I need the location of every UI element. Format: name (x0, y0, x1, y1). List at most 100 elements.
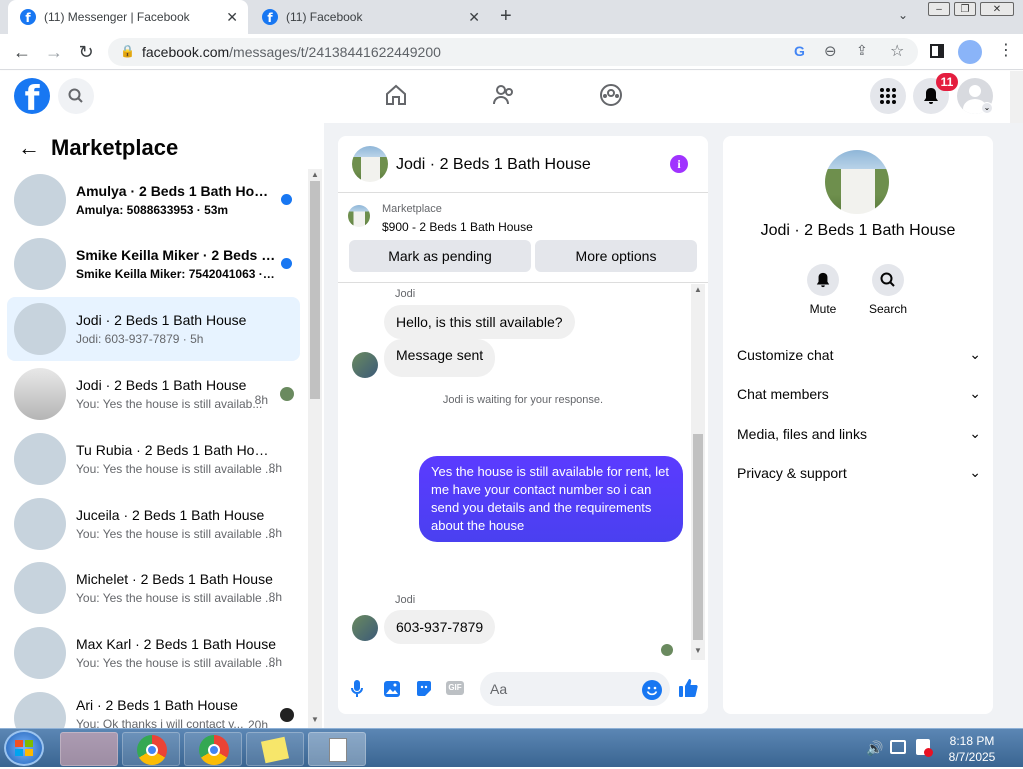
scroll-down-arrow-icon[interactable]: ▼ (311, 715, 319, 724)
bookmark-star-icon[interactable]: ☆ (890, 41, 904, 61)
listing-thumbnail (14, 692, 66, 728)
taskbar-clock[interactable]: 8:18 PM 8/7/2025 (940, 733, 1004, 765)
conversation-name: Jodi · 2 Beds 1 Bath House (76, 377, 247, 393)
profile-avatar-icon[interactable] (958, 40, 982, 64)
forward-arrow-icon[interactable]: → (42, 40, 66, 64)
menu-grid-icon[interactable] (870, 78, 906, 114)
address-bar-row: ← → ↻ 🔒 facebook.com/messages/t/24138441… (0, 34, 1023, 70)
sticker-icon[interactable] (415, 680, 433, 703)
reload-icon[interactable]: ↻ (74, 40, 98, 64)
conversation-preview: You: Yes the house is still available ..… (76, 656, 276, 670)
taskbar-chrome-icon[interactable] (122, 732, 180, 766)
restore-button[interactable]: ❐ (954, 2, 976, 16)
incoming-message[interactable]: Hello, is this still available? (384, 305, 575, 339)
scroll-up-arrow-icon[interactable]: ▲ (311, 170, 319, 179)
like-thumb-icon[interactable] (678, 678, 698, 703)
taskbar-sticky-notes-icon[interactable] (246, 732, 304, 766)
network-icon[interactable] (890, 740, 906, 754)
volume-icon[interactable]: 🔊 (866, 740, 883, 757)
conversation-item[interactable]: Smike Keilla Miker · 2 Beds 1 ... Smike K… (7, 232, 300, 296)
outgoing-message[interactable]: Yes the house is still available for ren… (419, 456, 683, 542)
close-window-button[interactable]: ✕ (980, 2, 1014, 16)
media-files-links-row[interactable]: Media, files and links ⌄ (737, 425, 981, 442)
side-panel-icon[interactable] (930, 44, 944, 58)
listing-avatar-large[interactable] (825, 150, 889, 214)
listing-avatar[interactable] (352, 146, 388, 182)
conversation-item[interactable]: Juceila · 2 Beds 1 Bath House You: Yes th… (7, 492, 300, 556)
back-arrow-icon[interactable]: ← (10, 40, 34, 64)
incoming-message[interactable]: Message sent (384, 339, 496, 377)
conversation-item[interactable]: Tu Rubia · 2 Beds 1 Bath House You: Yes t… (7, 427, 300, 491)
share-icon[interactable]: ⇪ (856, 42, 868, 59)
emoji-icon[interactable] (642, 680, 662, 700)
account-chevron-icon[interactable]: ⌄ (981, 102, 993, 114)
clock-date: 8/7/2025 (948, 750, 996, 764)
option-label: Chat members (737, 385, 829, 402)
seen-avatar (280, 387, 294, 401)
url-omnibox[interactable]: 🔒 facebook.com/messages/t/24138441622449… (108, 38, 918, 66)
taskbar-snipping-tool-icon[interactable] (60, 732, 118, 766)
conversation-preview: Smike Keilla Miker: 7542041063 · 4h (76, 267, 276, 281)
conversation-item[interactable]: Jodi · 2 Beds 1 Bath House You: Yes the h… (7, 362, 300, 426)
tab-facebook[interactable]: f (11) Facebook ✕ (250, 0, 490, 34)
customize-chat-row[interactable]: Customize chat ⌄ (737, 346, 981, 363)
conversation-preview: You: Yes the house is still availab... (76, 397, 263, 411)
info-icon[interactable]: i (670, 155, 688, 173)
minimize-button[interactable]: – (928, 2, 950, 16)
chat-panel: Jodi · 2 Beds 1 Bath House i Marketplace… (338, 136, 708, 714)
close-tab-icon[interactable]: ✕ (468, 9, 480, 26)
sender-name: Jodi (395, 594, 416, 606)
gif-icon[interactable]: GIF (446, 681, 464, 695)
details-title: Jodi · 2 Beds 1 Bath House (760, 222, 956, 239)
mute-bell-icon[interactable] (807, 264, 839, 296)
new-tab-button[interactable]: + (500, 5, 512, 28)
scrollbar-thumb[interactable] (310, 181, 320, 399)
taskbar-chrome-icon[interactable] (184, 732, 242, 766)
microphone-icon[interactable] (350, 679, 364, 704)
listing-thumbnail (14, 368, 66, 420)
search-icon[interactable] (872, 264, 904, 296)
mark-as-pending-button[interactable]: Mark as pending (349, 240, 531, 272)
action-center-icon[interactable] (916, 739, 933, 757)
conversation-time: 20h (247, 718, 268, 728)
friends-icon[interactable] (492, 83, 516, 112)
back-arrow-icon[interactable]: ← (18, 135, 40, 161)
system-message: Jodi is waiting for your response. (442, 394, 604, 406)
marketplace-label: Marketplace (382, 203, 442, 215)
close-tab-icon[interactable]: ✕ (226, 9, 238, 26)
conversation-item-selected[interactable]: Jodi · 2 Beds 1 Bath House Jodi: 603-937-… (7, 297, 300, 361)
home-icon[interactable] (384, 83, 408, 112)
contact-avatar[interactable] (352, 615, 378, 641)
taskbar-file-icon[interactable] (308, 732, 366, 766)
incoming-message[interactable]: 603-937-7879 (384, 610, 496, 644)
zoom-icon[interactable]: ⊖ (824, 42, 837, 60)
seen-avatar (280, 708, 294, 722)
google-icon[interactable]: G (794, 43, 805, 59)
unread-dot (281, 194, 292, 205)
scrollbar-thumb[interactable] (693, 434, 703, 640)
groups-icon[interactable] (599, 83, 623, 112)
browser-tab-strip: f (11) Messenger | Facebook ✕ f (11) Fac… (0, 0, 1023, 34)
conversation-item[interactable]: Ari · 2 Beds 1 Bath House You: Ok thanks … (7, 686, 300, 728)
menu-kebab-icon[interactable]: ⋮ (998, 40, 1014, 60)
url-text: facebook.com/messages/t/2413844162244920… (142, 44, 441, 60)
scroll-up-arrow-icon[interactable]: ▲ (694, 285, 702, 294)
tab-search-chevron-icon[interactable]: ⌄ (898, 8, 908, 22)
chat-members-row[interactable]: Chat members ⌄ (737, 385, 981, 402)
contact-avatar[interactable] (352, 352, 378, 378)
conversation-item[interactable]: Michelet · 2 Beds 1 Bath House You: Yes t… (7, 556, 300, 620)
more-options-button[interactable]: More options (535, 240, 697, 272)
privacy-support-row[interactable]: Privacy & support ⌄ (737, 464, 981, 481)
start-button[interactable] (4, 730, 44, 766)
message-composer: GIF Aa (338, 666, 708, 714)
search-icon[interactable] (58, 78, 94, 114)
scroll-down-arrow-icon[interactable]: ▼ (694, 646, 702, 655)
chat-title[interactable]: Jodi · 2 Beds 1 Bath House (396, 156, 591, 174)
unread-dot (281, 258, 292, 269)
listing-price-title[interactable]: $900 - 2 Beds 1 Bath House (382, 220, 533, 234)
photo-icon[interactable] (383, 680, 401, 703)
conversation-item[interactable]: Amulya · 2 Beds 1 Bath House Amulya: 5088… (7, 168, 300, 232)
conversation-item[interactable]: Max Karl · 2 Beds 1 Bath House You: Yes t… (7, 621, 300, 685)
tab-messenger[interactable]: f (11) Messenger | Facebook ✕ (8, 0, 248, 34)
facebook-logo-icon[interactable]: f (14, 78, 50, 114)
